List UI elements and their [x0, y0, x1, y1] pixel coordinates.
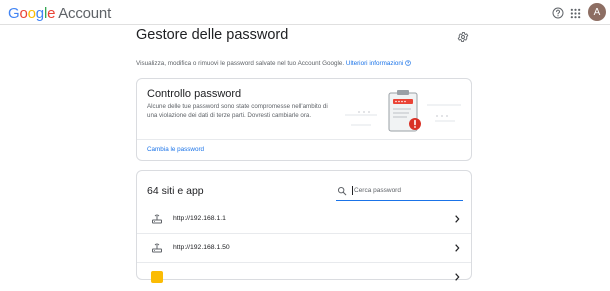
chevron-right-icon: [455, 214, 460, 223]
logo-account-word: Account: [58, 4, 112, 22]
top-bar: Google Account A: [0, 0, 610, 25]
search-icon: [337, 186, 347, 195]
site-url: http://192.168.1.1: [173, 215, 226, 222]
saved-passwords-card: 64 siti e app http://192.168.1.1 http://…: [136, 170, 472, 283]
password-checkup-card: Controllo password Alcune delle tue pass…: [136, 78, 472, 161]
chevron-right-icon: [455, 272, 460, 281]
learn-more-label: Ulteriori informazioni: [345, 60, 404, 67]
password-checkup-description: Alcune delle tue password sono state com…: [147, 103, 328, 119]
help-circle-icon: [405, 60, 411, 66]
logo-google-word: Google: [8, 4, 56, 22]
password-row[interactable]: http://192.168.1.50: [137, 233, 471, 262]
chevron-right-icon: [455, 243, 460, 252]
password-checkup-illustration: [345, 90, 461, 132]
subtitle-text: Visualizza, modifica o rimuovi le passwo…: [136, 60, 345, 67]
settings-gear-icon[interactable]: [457, 30, 469, 42]
site-url: http://192.168.1.50: [173, 244, 230, 251]
google-account-logo[interactable]: Google Account: [8, 4, 112, 22]
password-search-box[interactable]: [336, 181, 463, 201]
router-icon: [152, 214, 162, 223]
avatar[interactable]: A: [588, 3, 606, 21]
password-checkup-title: Controllo password: [147, 88, 242, 100]
search-input[interactable]: [352, 186, 452, 195]
sites-count-label: 64 siti e app: [147, 185, 204, 197]
password-row[interactable]: http://192.168.1.1: [137, 204, 471, 233]
apps-grid-icon[interactable]: [568, 6, 582, 20]
site-favicon-icon: [151, 270, 163, 283]
change-passwords-link[interactable]: Cambia le password: [147, 146, 204, 153]
card-divider: [137, 139, 471, 140]
page-subtitle: Visualizza, modifica o rimuovi le passwo…: [136, 60, 411, 67]
learn-more-link[interactable]: Ulteriori informazioni: [346, 60, 411, 67]
help-icon[interactable]: [551, 6, 565, 20]
page-title: Gestore delle password: [136, 27, 289, 43]
password-row[interactable]: [137, 262, 471, 291]
router-icon: [152, 243, 162, 252]
